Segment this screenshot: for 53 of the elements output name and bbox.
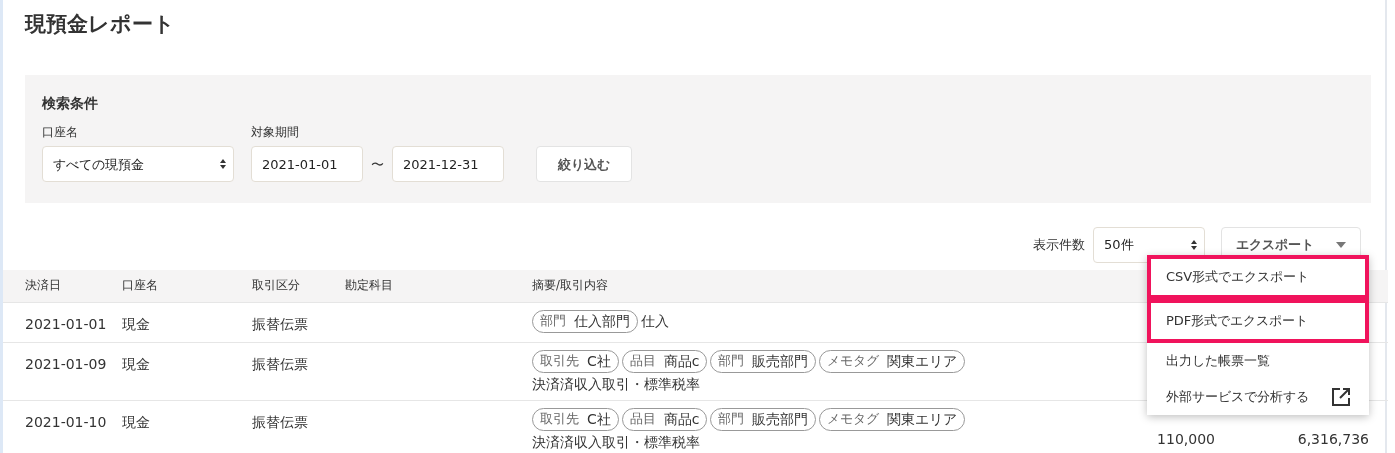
filter-button[interactable]: 絞り込む (536, 146, 632, 183)
amount-cell: 6,316,736 (1297, 430, 1369, 447)
tag-value: 商品c (663, 410, 700, 429)
date-cell: 2021-01-01 (25, 315, 107, 332)
tag-value: 仕入部門 (574, 312, 630, 331)
end-date-field[interactable]: 2021-12-31 (392, 146, 504, 183)
tag-label: 品目 (629, 352, 656, 370)
account-cell: 現金 (122, 315, 150, 332)
description-text: 決済済収入取引・標準税率 (532, 374, 700, 394)
type-cell: 振替伝票 (252, 315, 308, 332)
tag-value: 販売部門 (752, 410, 809, 429)
per-page-label: 表示件数 (1033, 236, 1085, 255)
column-header: 口座名 (122, 278, 158, 293)
column-header: 勘定科目 (345, 278, 393, 293)
panel-title: 検索条件 (42, 94, 99, 113)
column-header: 決済日 (25, 278, 61, 293)
account-cell: 現金 (122, 355, 150, 372)
tag-value: 関東エリア (887, 352, 958, 371)
tag-value: C社 (587, 352, 611, 371)
type-cell: 振替伝票 (252, 413, 308, 430)
type-cell: 振替伝票 (252, 355, 308, 372)
start-date-field[interactable]: 2021-01-01 (251, 146, 363, 183)
tag-label: 部門 (718, 352, 745, 370)
description-text: 仕入 (641, 312, 669, 331)
range-separator: 〜 (371, 155, 384, 174)
date-cell: 2021-01-10 (25, 413, 107, 430)
tag-label: メモタグ (827, 410, 880, 428)
page-title: 現預金レポート (23, 11, 176, 38)
tag-value: C社 (587, 410, 611, 429)
external-link-icon (1332, 388, 1350, 406)
menu-item[interactable]: CSV形式でエクスポート (1147, 255, 1369, 299)
tag-label: 部門 (718, 410, 745, 428)
tag-value: 販売部門 (752, 352, 809, 371)
amount-cell: 110,000 (1157, 430, 1215, 447)
tag-value: 関東エリア (887, 410, 958, 429)
column-header: 摘要/取引内容 (532, 278, 608, 293)
menu-item[interactable]: 出力した帳票一覧 (1147, 343, 1369, 379)
tag-label: 部門 (540, 312, 566, 330)
field-label: 対象期間 (251, 124, 300, 141)
tag-label: 品目 (629, 410, 656, 428)
menu-item[interactable]: PDF形式でエクスポート (1147, 299, 1369, 343)
caret-icon (1336, 242, 1346, 248)
account-cell: 現金 (122, 413, 150, 430)
description-text: 決済済収入取引・標準税率 (532, 432, 700, 452)
tag-label: 取引先 (540, 352, 579, 370)
field-label: 口座名 (42, 124, 79, 141)
tag-label: メモタグ (827, 352, 880, 370)
account-select[interactable]: すべての現預金 (42, 146, 234, 183)
column-header: 取引区分 (252, 278, 300, 293)
tag-value: 商品c (663, 352, 700, 371)
menu-item[interactable]: 外部サービスで分析する (1147, 379, 1369, 415)
date-cell: 2021-01-09 (25, 355, 107, 372)
tag-label: 取引先 (540, 410, 579, 428)
